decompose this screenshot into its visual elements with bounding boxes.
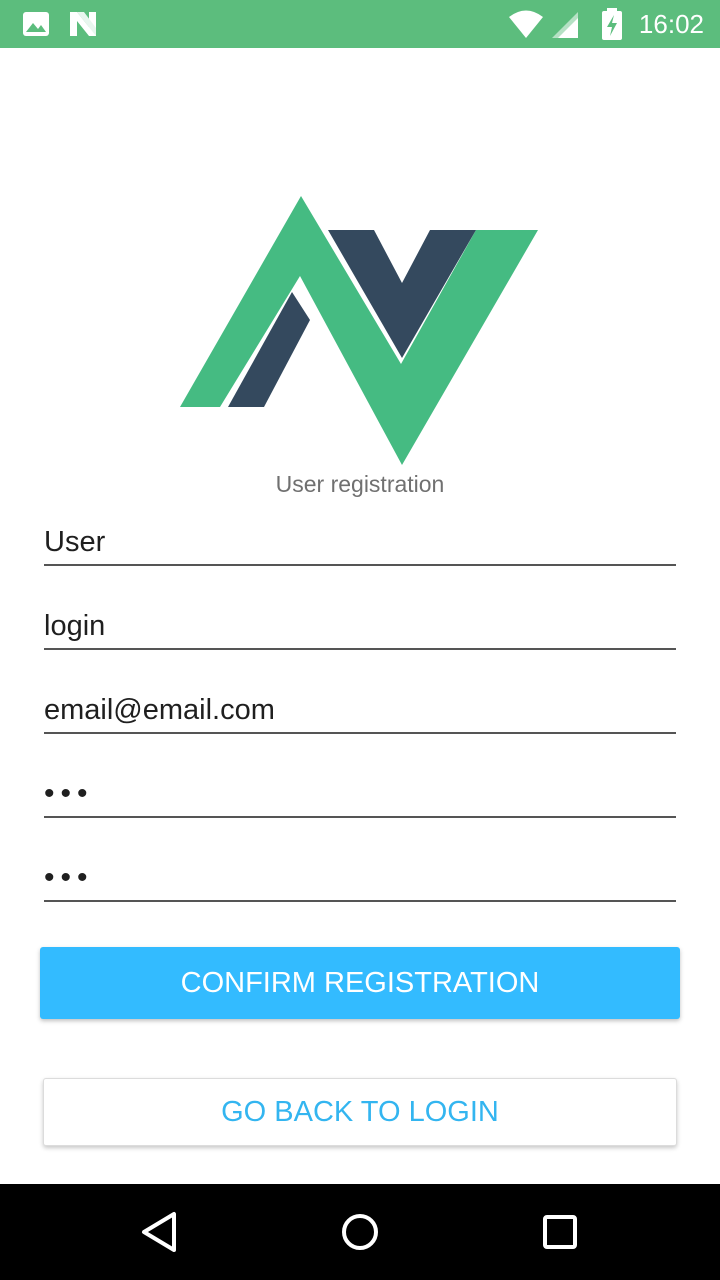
navigation-bar xyxy=(0,1184,720,1280)
clock: 16:02 xyxy=(638,9,704,39)
user-name-field[interactable] xyxy=(44,520,676,566)
page-subtitle: User registration xyxy=(275,471,445,497)
confirm-password-field[interactable] xyxy=(44,856,676,902)
login-field[interactable] xyxy=(44,604,676,650)
n-app-icon xyxy=(68,10,98,43)
app-logo xyxy=(180,196,538,465)
home-icon[interactable] xyxy=(336,1208,384,1256)
battery-charging-icon xyxy=(600,8,624,45)
status-bar: 16:02 xyxy=(0,0,720,48)
password-field[interactable] xyxy=(44,772,676,818)
go-back-to-login-button[interactable]: GO BACK TO LOGIN xyxy=(43,1078,677,1146)
recents-icon[interactable] xyxy=(536,1208,584,1256)
confirm-registration-button[interactable]: CONFIRM REGISTRATION xyxy=(40,947,680,1019)
image-icon xyxy=(22,10,50,43)
registration-screen: 16:02 User registration CONFIRM REGISTRA… xyxy=(0,0,720,1280)
back-icon[interactable] xyxy=(136,1208,184,1256)
signal-icon xyxy=(550,10,580,45)
email-field[interactable] xyxy=(44,688,676,734)
wifi-icon xyxy=(508,8,544,45)
